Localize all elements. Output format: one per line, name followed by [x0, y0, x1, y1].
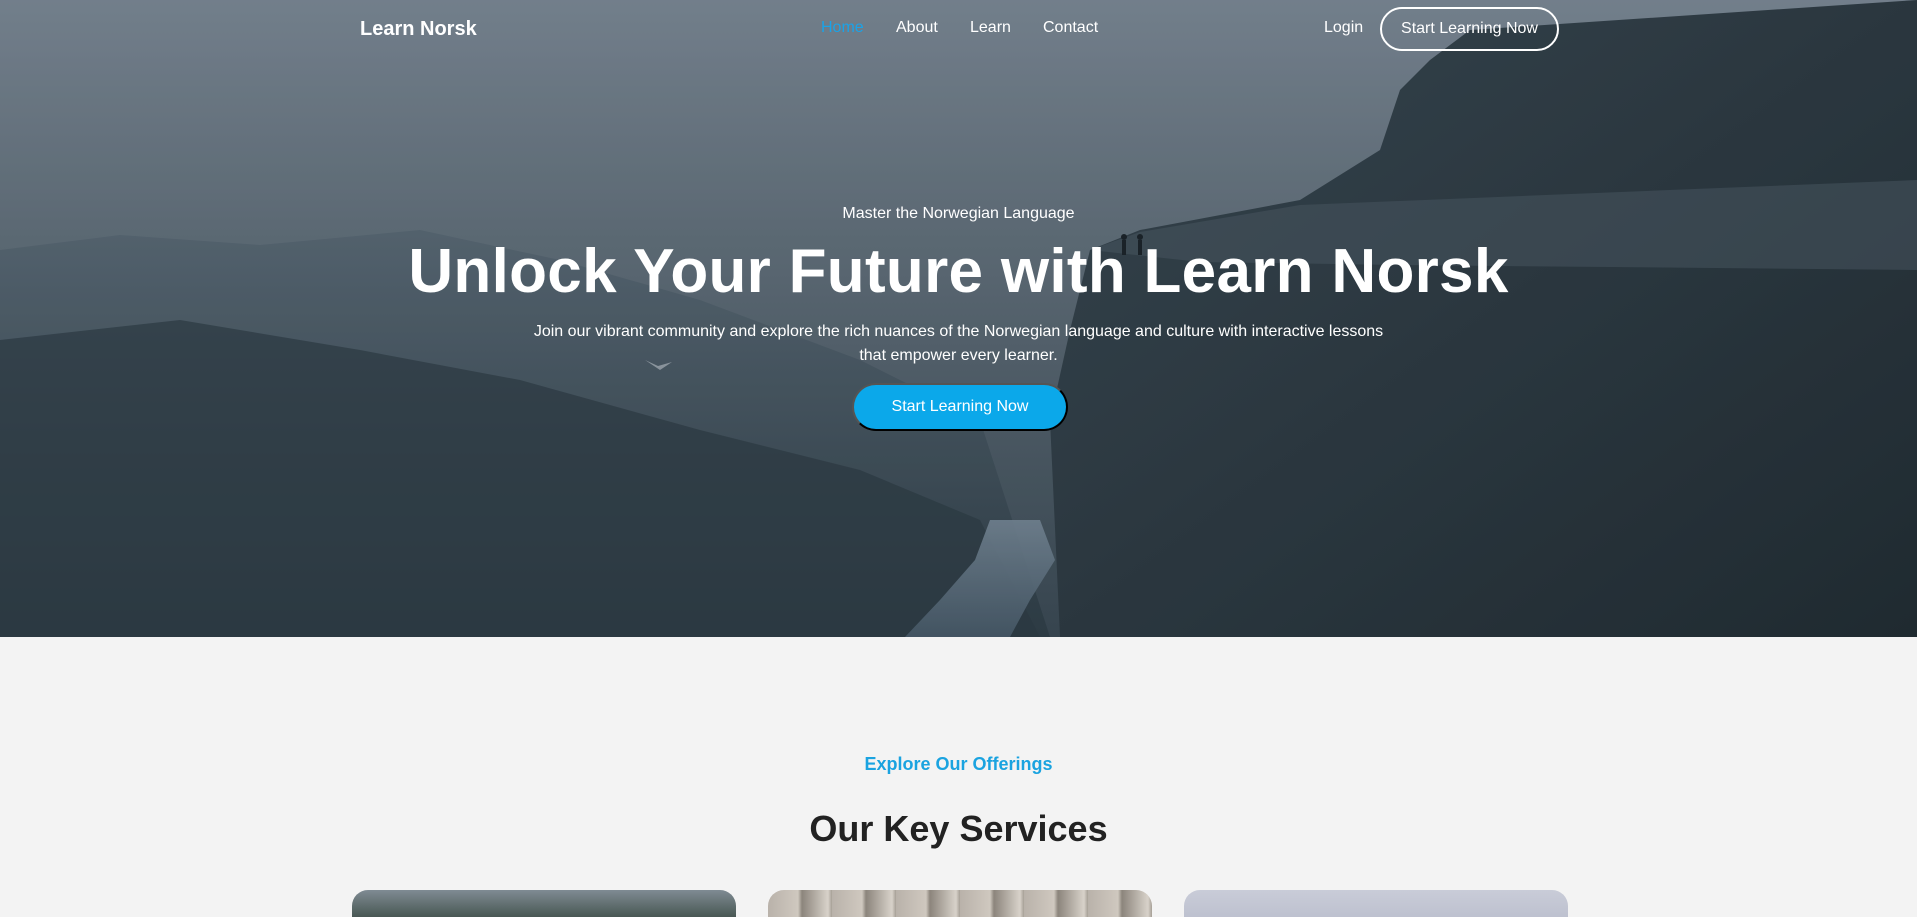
services-title: Our Key Services [809, 808, 1108, 849]
nav-item-about[interactable]: About [896, 19, 938, 37]
nav-item-learn[interactable]: Learn [970, 19, 1011, 37]
hero-section: Learn Norsk Home About Learn Contact Log… [0, 0, 1917, 637]
nav-links: Home About Learn Contact [0, 19, 1917, 41]
hero-start-learning-button[interactable]: Start Learning Now [852, 383, 1068, 431]
service-card-image-3[interactable] [1184, 890, 1568, 917]
service-card-image-1[interactable] [352, 890, 736, 917]
hero-background-image [0, 0, 1917, 637]
services-eyebrow: Explore Our Offerings [864, 754, 1053, 774]
hero-title: Unlock Your Future with Learn Norsk [408, 237, 1509, 306]
hero-eyebrow: Master the Norwegian Language [842, 205, 1075, 222]
hero-description: Join our vibrant community and explore t… [533, 323, 1384, 364]
nav-start-learning-button[interactable]: Start Learning Now [1380, 7, 1559, 51]
top-navbar: Learn Norsk Home About Learn Contact Log… [0, 0, 1917, 58]
nav-item-home[interactable]: Home [821, 19, 864, 37]
login-link[interactable]: Login [1324, 19, 1363, 37]
service-card-image-2[interactable] [768, 890, 1152, 917]
nav-item-contact[interactable]: Contact [1043, 19, 1098, 37]
